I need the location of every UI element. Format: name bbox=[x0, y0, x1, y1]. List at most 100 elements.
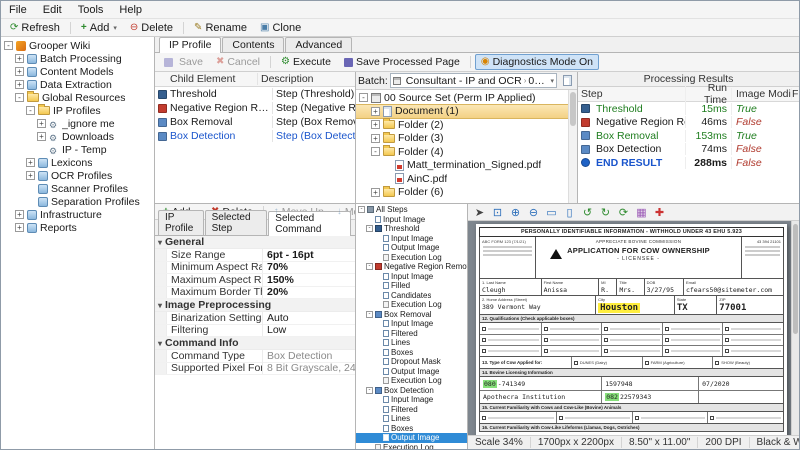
tree-expander-icon[interactable]: - bbox=[4, 41, 13, 50]
steps-tree-item[interactable]: -Box Removal bbox=[356, 310, 467, 320]
property-value[interactable]: Box Detection bbox=[263, 350, 355, 362]
rename-button[interactable]: ✎Rename bbox=[188, 20, 253, 36]
property-row[interactable]: Maximum Border Thickness20% bbox=[155, 287, 355, 300]
child-row[interactable]: ThresholdStep (Threshold) bbox=[155, 87, 355, 101]
steps-tree-item[interactable]: Input Image bbox=[356, 272, 467, 282]
nav-tree-item[interactable]: +Content Models bbox=[1, 65, 154, 78]
tree-expander-icon[interactable]: + bbox=[26, 171, 35, 180]
tree-expander-icon[interactable]: + bbox=[15, 210, 24, 219]
tree-expander-icon[interactable]: + bbox=[37, 132, 46, 141]
batch-tree-item[interactable]: -00 Source Set (Perm IP Applied) bbox=[356, 91, 568, 105]
steps-tree-item[interactable]: Input Image bbox=[356, 319, 467, 329]
steps-tree-item[interactable]: -Negative Region Removal bbox=[356, 262, 467, 272]
pointer-icon[interactable]: ➤ bbox=[471, 205, 488, 220]
layers-icon[interactable]: ▦ bbox=[633, 205, 650, 220]
zoom-select-icon[interactable]: ⊡ bbox=[489, 205, 506, 220]
delete-button[interactable]: ⊖Delete bbox=[124, 20, 179, 36]
tree-expander-icon[interactable]: + bbox=[26, 158, 35, 167]
save-processed-page-button[interactable]: Save Processed Page bbox=[338, 54, 466, 70]
steps-tree-item[interactable]: Candidates bbox=[356, 291, 467, 301]
steps-tree-item[interactable]: Execution Log bbox=[356, 253, 467, 263]
nav-tree-item[interactable]: IP - Temp bbox=[1, 143, 154, 156]
tree-expander-icon[interactable]: - bbox=[358, 206, 365, 213]
tab-advanced[interactable]: Advanced bbox=[285, 37, 352, 52]
tab-selected-step[interactable]: Selected Step bbox=[205, 210, 268, 235]
tree-expander-icon[interactable]: - bbox=[366, 225, 373, 232]
nav-tree-item[interactable]: +Batch Processing bbox=[1, 52, 154, 65]
rotate-left-icon[interactable]: ↺ bbox=[579, 205, 596, 220]
property-row[interactable]: Supported Pixel Formats8 Bit Grayscale, … bbox=[155, 363, 355, 376]
nav-tree-item[interactable]: +Data Extraction bbox=[1, 78, 154, 91]
property-category[interactable]: ▾Command Info bbox=[155, 337, 355, 350]
result-row[interactable]: Box Detection74msFalse bbox=[578, 143, 799, 157]
add-button[interactable]: +Add▾ bbox=[75, 20, 123, 36]
steps-tree-item[interactable]: Input Image bbox=[356, 395, 467, 405]
nav-tree-item[interactable]: +_ignore me bbox=[1, 117, 154, 130]
steps-tree-item[interactable]: Boxes bbox=[356, 348, 467, 358]
property-row[interactable]: Command TypeBox Detection bbox=[155, 350, 355, 363]
viewer-canvas[interactable]: PERSONALLY IDENTIFIABLE INFORMATION - WI… bbox=[468, 221, 799, 435]
steps-tree-item[interactable]: Output Image bbox=[356, 433, 467, 443]
column-header[interactable]: F bbox=[791, 88, 799, 100]
tree-expander-icon[interactable]: + bbox=[371, 134, 380, 143]
refresh-icon[interactable]: ⟳ bbox=[615, 205, 632, 220]
steps-tree-item[interactable]: Lines bbox=[356, 414, 467, 424]
column-header[interactable]: Image Modified bbox=[731, 88, 791, 100]
column-header[interactable]: Step bbox=[578, 88, 685, 100]
document-page[interactable]: PERSONALLY IDENTIFIABLE INFORMATION - WI… bbox=[476, 224, 787, 435]
tree-expander-icon[interactable]: - bbox=[366, 387, 373, 394]
property-value[interactable]: 20% bbox=[263, 286, 355, 298]
tree-expander-icon[interactable]: + bbox=[371, 188, 380, 197]
save-button[interactable]: Save bbox=[158, 54, 209, 70]
result-row[interactable]: Threshold15msTrue bbox=[578, 102, 799, 116]
nav-tree-item[interactable]: +Infrastructure bbox=[1, 208, 154, 221]
fit-page-icon[interactable]: ▯ bbox=[561, 205, 578, 220]
nav-tree-item[interactable]: +Lexicons bbox=[1, 156, 154, 169]
menu-edit[interactable]: Edit bbox=[35, 3, 70, 17]
nav-tree-item[interactable]: Scanner Profiles bbox=[1, 182, 154, 195]
execute-button[interactable]: ⚙Execute bbox=[275, 54, 337, 70]
result-row[interactable]: END RESULT288msFalse bbox=[578, 156, 799, 170]
result-row[interactable]: Box Removal153msTrue bbox=[578, 129, 799, 143]
tree-expander-icon[interactable]: - bbox=[359, 93, 368, 102]
child-row[interactable]: Box DetectionStep (Box Detection) bbox=[155, 129, 355, 143]
steps-tree-item[interactable]: Filtered bbox=[356, 329, 467, 339]
property-value[interactable]: Low bbox=[263, 324, 355, 336]
property-value[interactable]: 150% bbox=[263, 274, 355, 286]
property-value[interactable]: 8 Bit Grayscale, 24 Bit RGB, 32 Bit RGB bbox=[263, 362, 355, 374]
column-header[interactable]: Child Element bbox=[155, 73, 257, 85]
scrollbar-thumb[interactable] bbox=[793, 224, 798, 334]
nav-tree-item[interactable]: -Global Resources bbox=[1, 91, 154, 104]
property-value[interactable]: Auto bbox=[263, 312, 355, 324]
zoom-in-icon[interactable]: ⊕ bbox=[507, 205, 524, 220]
property-row[interactable]: Binarization SettingsAuto bbox=[155, 312, 355, 325]
steps-tree-item[interactable]: Filled bbox=[356, 281, 467, 291]
property-value[interactable]: 70% bbox=[263, 261, 355, 273]
tree-expander-icon[interactable]: + bbox=[371, 107, 380, 116]
property-row[interactable]: FilteringLow bbox=[155, 325, 355, 338]
steps-tree-item[interactable]: -Box Detection bbox=[356, 386, 467, 396]
tab-ip-profile[interactable]: IP Profile bbox=[158, 210, 204, 235]
steps-tree-item[interactable]: Filtered bbox=[356, 405, 467, 415]
steps-tree-item[interactable]: Input Image bbox=[356, 215, 467, 225]
tab-contents[interactable]: Contents bbox=[222, 37, 284, 52]
property-row[interactable]: Maximum Aspect Ratio150% bbox=[155, 274, 355, 287]
batch-tree-item[interactable]: +Folder (3) bbox=[356, 132, 568, 146]
tree-expander-icon[interactable]: + bbox=[37, 119, 46, 128]
batch-selector[interactable]: Consultant - IP and OCR › 00 Source Set … bbox=[390, 73, 557, 88]
nav-tree-item[interactable]: +OCR Profiles bbox=[1, 169, 154, 182]
property-category[interactable]: ▾General bbox=[155, 236, 355, 249]
tree-expander-icon[interactable]: + bbox=[15, 80, 24, 89]
nav-tree-item[interactable]: +Reports bbox=[1, 221, 154, 234]
scrollbar-thumb[interactable] bbox=[570, 92, 576, 126]
tree-expander-icon[interactable]: - bbox=[366, 311, 373, 318]
menu-help[interactable]: Help bbox=[111, 3, 150, 17]
fit-width-icon[interactable]: ▭ bbox=[543, 205, 560, 220]
nav-tree-item[interactable]: +Downloads bbox=[1, 130, 154, 143]
batch-tree-item[interactable]: -Folder (4) bbox=[356, 145, 568, 159]
nav-tree-item[interactable]: -IP Profiles bbox=[1, 104, 154, 117]
tree-expander-icon[interactable]: + bbox=[371, 120, 380, 129]
steps-tree-item[interactable]: Output Image bbox=[356, 367, 467, 377]
property-category[interactable]: ▾Image Preprocessing bbox=[155, 299, 355, 312]
steps-tree-item[interactable]: Execution Log bbox=[356, 300, 467, 310]
